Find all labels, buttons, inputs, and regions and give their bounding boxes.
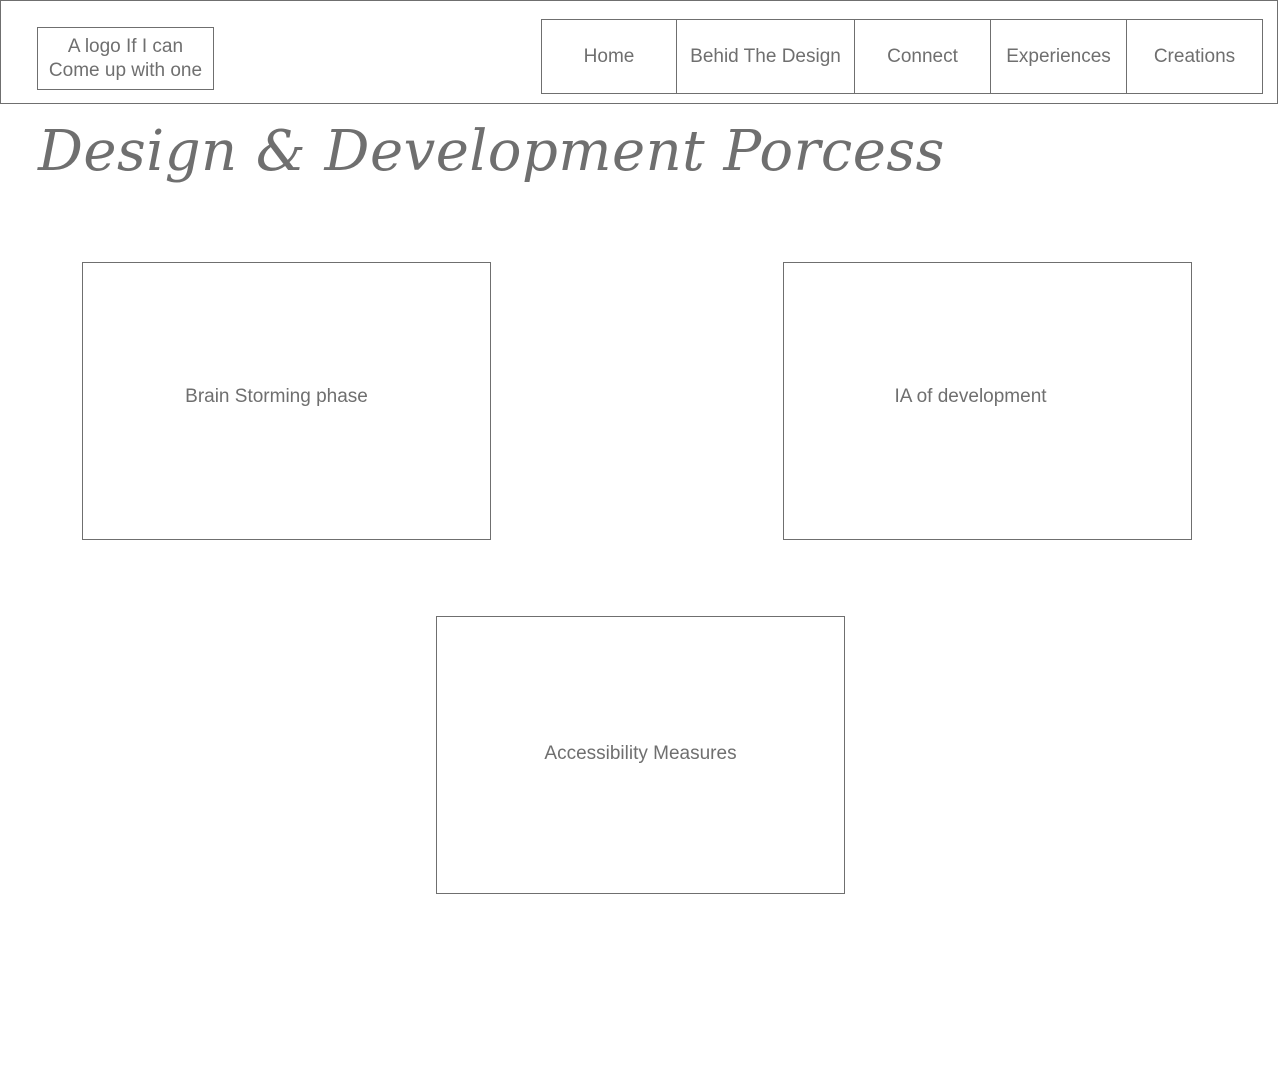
card-accessibility-measures[interactable]: Accessibility Measures (436, 616, 845, 894)
nav-item-home[interactable]: Home (541, 19, 677, 94)
nav-item-label: Experiences (1006, 45, 1111, 67)
card-ia-of-development[interactable]: IA of development (783, 262, 1192, 540)
nav-item-connect[interactable]: Connect (854, 19, 991, 94)
card-label: Brain Storming phase (185, 386, 368, 407)
card-label: IA of development (894, 386, 1047, 407)
nav-item-creations[interactable]: Creations (1126, 19, 1263, 94)
logo-placeholder[interactable]: A logo If I can Come up with one (37, 27, 214, 90)
page-title: Design & Development Porcess (38, 119, 945, 184)
nav-item-label: Behid The Design (690, 45, 841, 67)
nav-item-label: Creations (1153, 45, 1236, 67)
logo-text: A logo If I can Come up with one (48, 35, 203, 81)
card-label: Accessibility Measures (544, 743, 737, 764)
nav-item-behind-the-design[interactable]: Behid The Design (676, 19, 855, 94)
nav-item-experiences[interactable]: Experiences (990, 19, 1127, 94)
nav-item-label: Connect (887, 45, 958, 67)
site-header: A logo If I can Come up with one Home Be… (0, 0, 1278, 104)
card-brainstorming[interactable]: Brain Storming phase (82, 262, 491, 540)
nav-item-label: Home (583, 45, 635, 67)
